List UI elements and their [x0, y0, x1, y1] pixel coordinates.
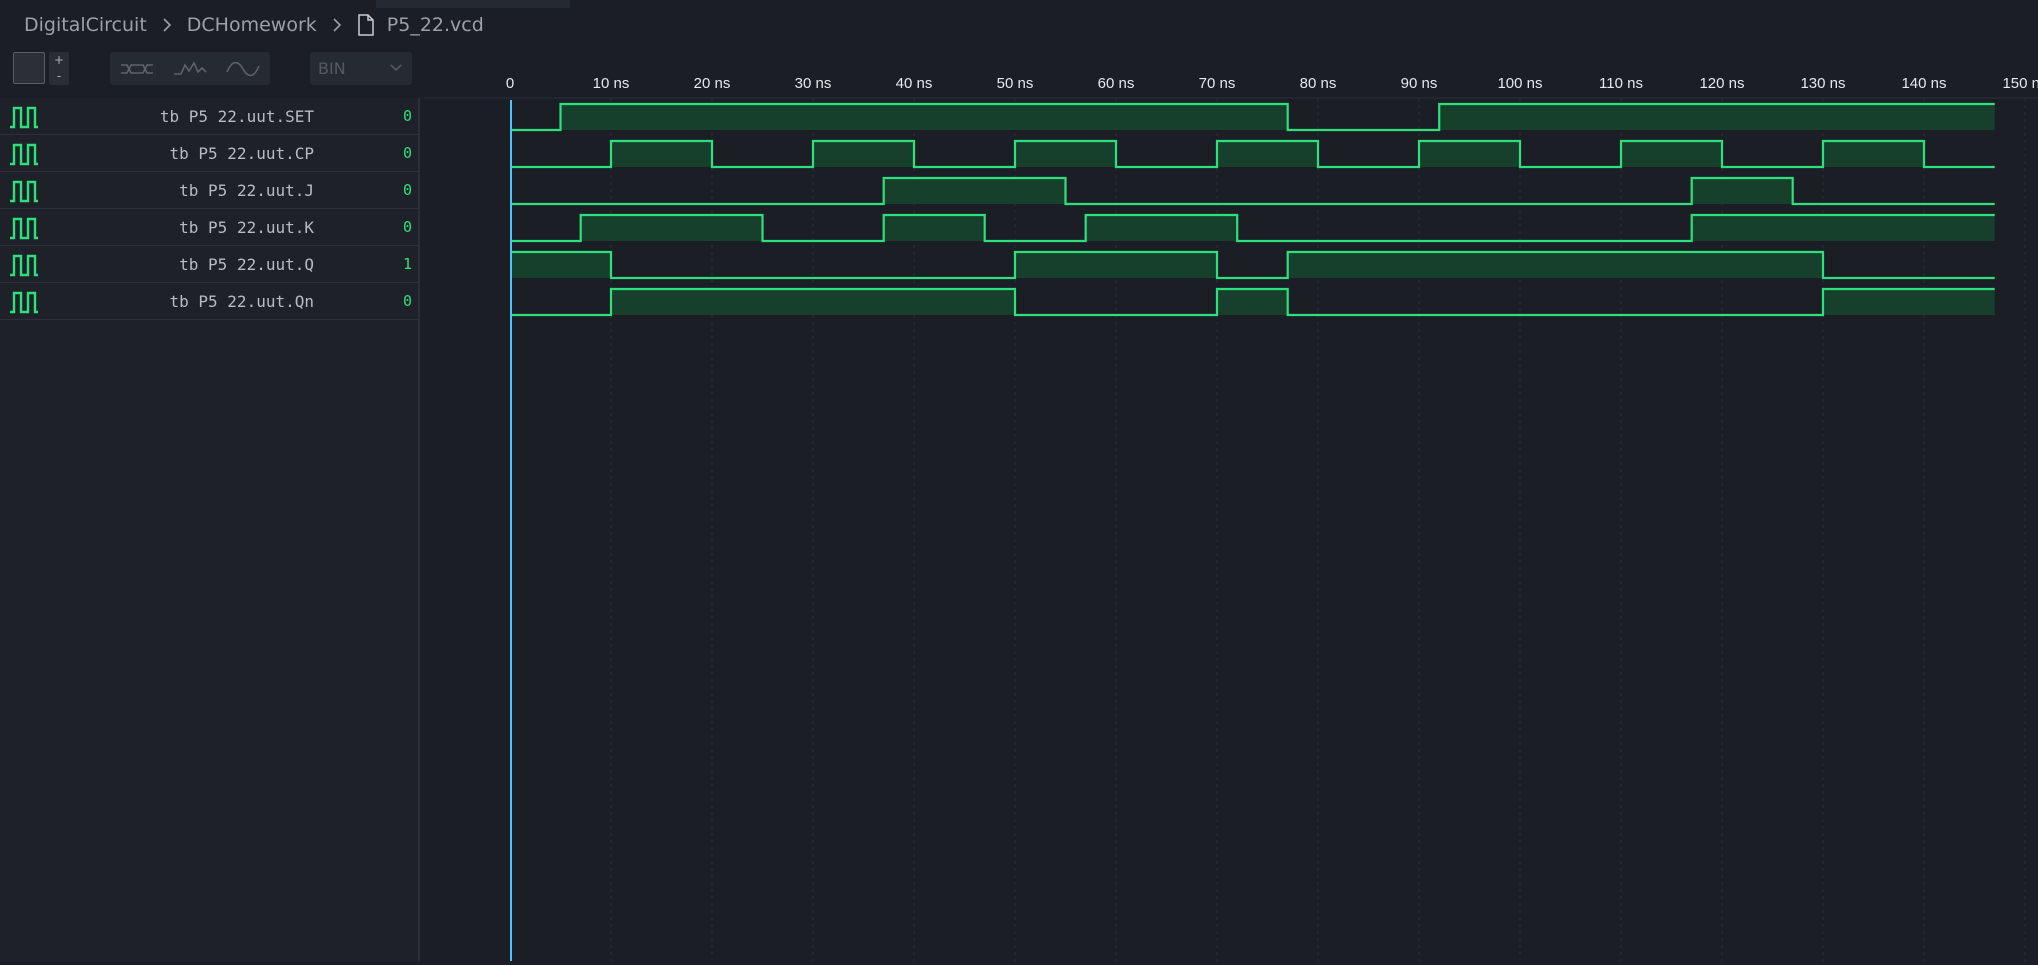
signal-name: tb P5 22.uut.CP	[169, 144, 315, 163]
signal-row-j[interactable]: tb P5 22.uut.J 0	[0, 172, 420, 209]
signal-value: 0	[402, 144, 412, 162]
tick-label: 90 ns	[1401, 75, 1438, 92]
binary-wave-icon[interactable]	[120, 58, 154, 80]
signal-high-fill	[1085, 215, 1238, 241]
breadcrumb-item-file[interactable]: P5_22.vcd	[387, 14, 484, 36]
breadcrumb-item-dchomework[interactable]: DCHomework	[187, 14, 317, 36]
digital-signal-icon	[10, 291, 38, 314]
tick-label: 10 ns	[593, 75, 630, 92]
signal-row-q[interactable]: tb P5 22.uut.Q 1	[0, 246, 420, 283]
signal-high-fill	[1439, 104, 1995, 130]
tick-label: 140 ns	[1901, 75, 1946, 92]
signal-high-fill	[883, 215, 985, 241]
signal-high-fill	[813, 141, 914, 167]
signal-value: 0	[402, 292, 412, 310]
signal-high-fill	[611, 141, 712, 167]
tick-label: 150 ns	[2002, 75, 2038, 92]
signal-high-fill	[1621, 141, 1722, 167]
signal-row-set[interactable]: tb P5 22.uut.SET 0	[0, 98, 420, 135]
tick-label: 120 ns	[1699, 75, 1744, 92]
wave-style-group	[110, 52, 270, 85]
signal-name: tb P5 22.uut.Qn	[169, 292, 315, 311]
value-format-select[interactable]: BIN	[310, 52, 412, 85]
analog-wave-icon[interactable]	[226, 58, 261, 80]
digital-signal-icon	[10, 217, 38, 240]
digital-signal-icon	[10, 254, 38, 277]
tab-strip-hint	[376, 0, 570, 8]
signal-high-fill	[1691, 215, 1995, 241]
signal-high-fill	[1823, 141, 1924, 167]
tick-label: 30 ns	[795, 75, 832, 92]
top-strip	[0, 0, 2038, 8]
signal-high-fill	[611, 289, 1015, 315]
chevron-right-icon	[163, 18, 171, 32]
signal-high-fill	[1015, 141, 1116, 167]
signal-high-fill	[1015, 252, 1217, 278]
signal-name: tb P5 22.uut.J	[179, 181, 314, 200]
value-format-label: BIN	[318, 59, 346, 78]
digital-signal-icon	[10, 143, 38, 166]
color-picker-button[interactable]	[13, 52, 45, 84]
zoom-controls: + -	[49, 52, 69, 85]
file-icon	[358, 14, 374, 36]
tick-label: 20 ns	[694, 75, 731, 92]
waveform-toolbar: + - BIN	[0, 50, 420, 90]
signal-value: 0	[402, 181, 412, 199]
signal-name: tb P5 22.uut.Q	[179, 255, 314, 274]
tick-label: 50 ns	[997, 75, 1034, 92]
signal-name: tb P5 22.uut.SET	[159, 107, 314, 126]
signal-high-fill	[1217, 289, 1288, 315]
signal-high-fill	[510, 252, 611, 278]
digital-signal-icon	[10, 180, 38, 203]
signal-high-fill	[883, 178, 1066, 204]
signal-high-fill	[1823, 289, 1995, 315]
zoom-in-button[interactable]: +	[49, 52, 69, 68]
tick-label: 40 ns	[896, 75, 933, 92]
tick-label: 130 ns	[1800, 75, 1845, 92]
signal-row-cp[interactable]: tb P5 22.uut.CP 0	[0, 135, 420, 172]
breadcrumb-item-digitalcircuit[interactable]: DigitalCircuit	[24, 14, 147, 36]
tick-label: 0	[506, 75, 514, 92]
signal-row-k[interactable]: tb P5 22.uut.K 0	[0, 209, 420, 246]
signal-high-fill	[580, 215, 763, 241]
digital-signal-icon	[10, 106, 38, 129]
chevron-right-icon	[333, 18, 341, 32]
signal-high-fill	[1419, 141, 1520, 167]
tick-label: 110 ns	[1599, 75, 1643, 92]
signal-high-fill	[1217, 141, 1318, 167]
signal-high-fill	[560, 104, 1288, 130]
linear-wave-icon[interactable]	[173, 58, 207, 80]
signal-list-panel: tb P5 22.uut.SET 0 tb P5 22.uut.CP 0 tb …	[0, 98, 420, 961]
tick-label: 80 ns	[1300, 75, 1337, 92]
signal-value: 1	[402, 255, 412, 273]
tick-label: 60 ns	[1098, 75, 1135, 92]
signal-name: tb P5 22.uut.K	[179, 218, 314, 237]
signal-value: 0	[402, 107, 412, 125]
zoom-out-button[interactable]: -	[49, 68, 69, 84]
tick-label: 100 ns	[1497, 75, 1542, 92]
signal-value: 0	[402, 218, 412, 236]
tick-label: 70 ns	[1199, 75, 1236, 92]
signal-high-fill	[1691, 178, 1793, 204]
breadcrumb: DigitalCircuit DCHomework P5_22.vcd	[24, 10, 484, 40]
waveform-canvas[interactable]: 0 10 ns 20 ns 30 ns 40 ns 50 ns 60 ns 70 ns 80 n…	[424, 58, 2038, 961]
waveform-viewer[interactable]: 0 10 ns 20 ns 30 ns 40 ns 50 ns 60 ns 70 ns 80 n…	[424, 58, 2038, 961]
signal-row-qn[interactable]: tb P5 22.uut.Qn 0	[0, 283, 420, 320]
chevron-down-icon	[390, 64, 402, 72]
signal-high-fill	[1287, 252, 1823, 278]
